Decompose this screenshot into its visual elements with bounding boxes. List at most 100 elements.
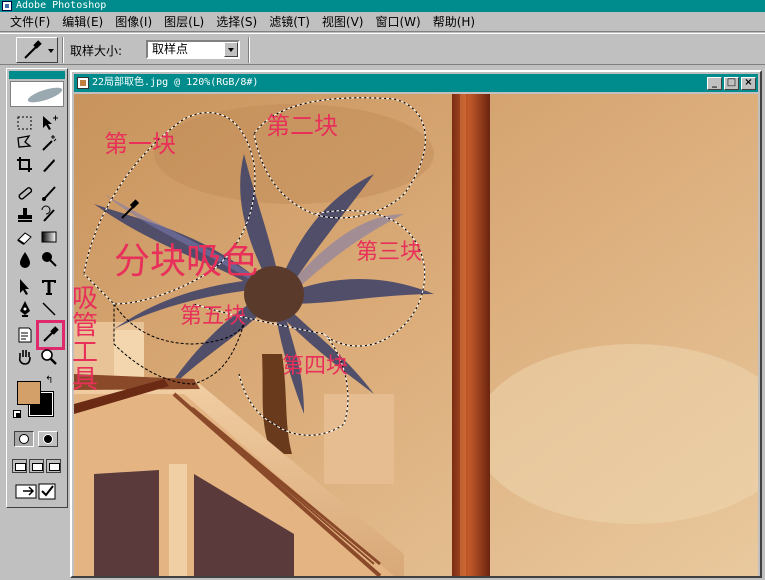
gradient-tool[interactable] <box>39 227 59 247</box>
healing-brush-icon <box>18 187 33 200</box>
tool-note-char: 工 <box>72 338 99 368</box>
standard-mode-button[interactable] <box>14 431 34 447</box>
annotation-block-5: 第五块 <box>180 304 247 329</box>
menu-window[interactable]: 窗口(W) <box>371 13 424 31</box>
screen-mode-full[interactable] <box>46 459 61 473</box>
path-select-tool[interactable] <box>15 277 35 297</box>
type-tool[interactable] <box>39 277 59 297</box>
hand-icon <box>18 350 31 365</box>
gradient-icon <box>41 231 57 243</box>
tool-palette: ↰ <box>6 68 68 508</box>
foreground-color-swatch[interactable] <box>17 381 41 405</box>
zoom-icon <box>41 349 57 365</box>
blur-icon <box>20 252 30 268</box>
document-title: 22局部取色.jpg @ 120%(RGB/8#) <box>92 77 259 88</box>
menu-bar: 文件(F) 编辑(E) 图像(I) 图层(L) 选择(S) 滤镜(T) 视图(V… <box>0 12 765 32</box>
close-button[interactable]: × <box>741 77 756 90</box>
sample-size-select[interactable]: 取样点 <box>146 40 240 59</box>
menu-layer[interactable]: 图层(L) <box>160 13 208 31</box>
pen-icon <box>20 301 30 317</box>
menu-filter[interactable]: 滤镜(T) <box>265 13 314 31</box>
tool-preset-picker[interactable] <box>16 37 58 63</box>
eraser-icon <box>17 232 32 245</box>
history-brush-tool[interactable] <box>39 205 59 225</box>
options-bar: 取样大小: 取样点 <box>0 33 765 65</box>
line-icon <box>42 302 56 316</box>
eraser-tool[interactable] <box>15 227 35 247</box>
crop-icon <box>17 157 32 172</box>
history-brush-icon <box>41 205 55 222</box>
line-tool[interactable] <box>39 299 59 319</box>
hand-tool[interactable] <box>15 347 35 367</box>
notes-icon <box>18 327 32 343</box>
eyedropper-icon <box>24 40 42 59</box>
marquee-icon <box>17 116 32 130</box>
photoshop-logo-icon <box>2 1 12 11</box>
quick-mask-icon <box>43 434 53 444</box>
document-window: 22局部取色.jpg @ 120%(RGB/8#) _ □ × 第一块 第二块 … <box>70 70 762 578</box>
options-separator-end <box>248 37 250 63</box>
magic-wand-icon <box>42 135 57 151</box>
menu-select[interactable]: 选择(S) <box>212 13 261 31</box>
screen-mode-standard[interactable] <box>12 459 27 473</box>
blur-tool[interactable] <box>15 249 35 269</box>
slice-icon <box>43 159 55 172</box>
notes-tool[interactable] <box>15 325 35 345</box>
path-select-icon <box>20 279 29 295</box>
image-canvas[interactable]: 第一块 第二块 第三块 第五块 第四块 分块吸色 <box>74 94 758 576</box>
screen-mode-fullmenu[interactable] <box>29 459 44 473</box>
annotation-block-3: 第三块 <box>356 240 423 265</box>
stamp-tool[interactable] <box>15 205 35 225</box>
lasso-tool[interactable] <box>15 133 35 153</box>
healing-brush-tool[interactable] <box>15 183 35 203</box>
brush-tool[interactable] <box>39 183 59 203</box>
dodge-tool[interactable] <box>39 249 59 269</box>
move-tool[interactable] <box>39 113 59 133</box>
tool-note-char: 具 <box>72 365 99 395</box>
eyedropper-highlight[interactable] <box>36 320 65 350</box>
feather-logo-icon[interactable] <box>10 81 64 107</box>
menu-file[interactable]: 文件(F) <box>6 13 54 31</box>
tool-palette-title[interactable] <box>9 71 65 79</box>
stamp-icon <box>18 208 32 222</box>
chevron-down-icon <box>48 49 54 53</box>
annotation-block-1: 第一块 <box>104 130 176 158</box>
imageready-icon <box>15 483 56 500</box>
photo <box>74 94 758 576</box>
default-colors-icon[interactable] <box>13 410 21 418</box>
quick-mask-button[interactable] <box>38 431 58 447</box>
eyedropper-tool-note: 吸 管 工 具 <box>72 286 112 394</box>
brush-icon <box>42 186 56 201</box>
move-icon <box>43 115 58 130</box>
dropdown-arrow-icon[interactable] <box>224 42 238 57</box>
magic-wand-tool[interactable] <box>39 133 59 153</box>
app-title: Adobe Photoshop <box>16 0 107 11</box>
minimize-button[interactable]: _ <box>707 77 722 90</box>
maximize-button[interactable]: □ <box>724 77 739 90</box>
marquee-tool[interactable] <box>15 113 35 133</box>
jump-to-imageready-button[interactable] <box>15 481 59 501</box>
menu-help[interactable]: 帮助(H) <box>429 13 479 31</box>
eyedropper-icon <box>43 326 59 342</box>
menu-edit[interactable]: 编辑(E) <box>58 13 107 31</box>
zoom-tool[interactable] <box>39 347 59 367</box>
document-icon <box>77 77 89 89</box>
options-separator <box>62 37 64 63</box>
annotation-block-2: 第二块 <box>266 112 338 140</box>
document-title-bar[interactable]: 22局部取色.jpg @ 120%(RGB/8#) _ □ × <box>74 74 758 92</box>
dodge-icon <box>42 252 57 267</box>
standard-mode-icon <box>19 434 29 444</box>
app-title-bar: Adobe Photoshop <box>0 0 765 12</box>
slice-tool[interactable] <box>39 155 59 175</box>
menu-view[interactable]: 视图(V) <box>318 13 368 31</box>
pen-tool[interactable] <box>15 299 35 319</box>
crop-tool[interactable] <box>15 155 35 175</box>
type-icon <box>42 280 56 295</box>
swap-colors-icon[interactable]: ↰ <box>45 375 53 386</box>
annotation-block-4: 第四块 <box>282 354 349 379</box>
tool-note-char: 吸 <box>72 284 99 314</box>
tool-note-char: 管 <box>72 311 99 341</box>
menu-image[interactable]: 图像(I) <box>111 13 156 31</box>
lasso-icon <box>17 135 32 148</box>
sample-size-label: 取样大小: <box>70 44 123 58</box>
